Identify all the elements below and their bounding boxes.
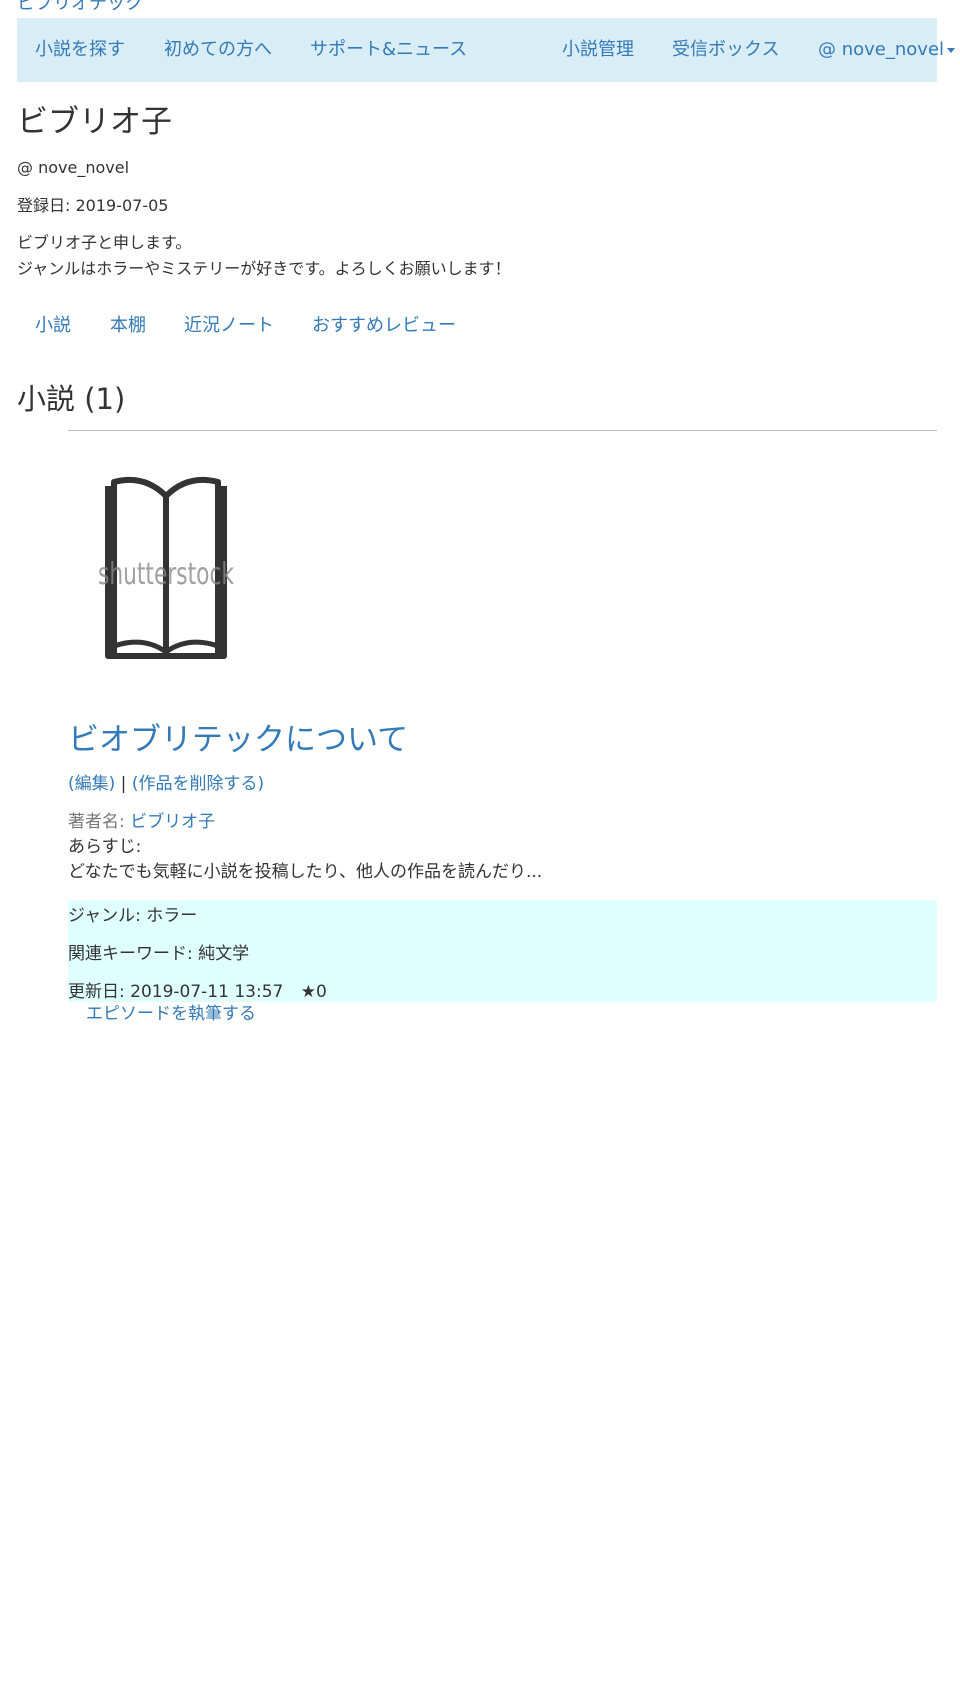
author-name-link[interactable]: ビブリオ子 [130, 812, 215, 832]
caret-down-icon [947, 47, 956, 53]
synopsis-text: どなたでも気軽に小説を投稿したり、他人の作品を読んだり... [68, 862, 543, 882]
novel-cover-image[interactable]: shutterstock [96, 476, 236, 666]
profile-handle: @ nove_novel [17, 158, 130, 177]
nav-user-menu[interactable]: @ nove_novel [818, 38, 956, 62]
action-separator: | [120, 774, 127, 794]
author-label: 著者名: [68, 812, 125, 832]
synopsis-label: あらすじ: [68, 837, 142, 857]
profile-name: ビブリオ子 [17, 104, 172, 140]
top-navbar: 小説を探す 初めての方へ サポート&ニュース 小説管理 受信ボックス @ nov… [17, 18, 956, 82]
brand-link[interactable]: ビブリオテック [17, 0, 143, 14]
open-book-icon: shutterstock [98, 476, 234, 659]
section-divider [68, 430, 937, 431]
delete-novel-link[interactable]: (作品を削除する) [132, 774, 264, 794]
author-line: 著者名: ビブリオ子 [68, 810, 215, 834]
profile-bio-line-2: ジャンルはホラーやミステリーが好きです。よろしくお願いします！ [17, 259, 511, 278]
write-episode-link[interactable]: エピソードを執筆する [86, 1002, 256, 1026]
tab-recommended-reviews[interactable]: おすすめレビュー [312, 314, 456, 338]
novel-actions: (編集) | (作品を削除する) [68, 772, 264, 796]
cover-watermark: shutterstock [98, 557, 234, 592]
nav-find-novels[interactable]: 小説を探す [35, 38, 125, 62]
user-menu-label: @ nove_novel [818, 39, 945, 60]
registration-date: 登録日: 2019-07-05 [17, 196, 169, 215]
nav-inbox[interactable]: 受信ボックス [672, 38, 779, 62]
tab-novels[interactable]: 小説 [35, 314, 71, 338]
nav-beginners[interactable]: 初めての方へ [164, 38, 272, 62]
genre-text: ジャンル: ホラー [68, 906, 198, 926]
nav-support-news[interactable]: サポート&ニュース [310, 38, 467, 62]
update-info: 更新日: 2019-07-11 13:57 ★0 [68, 980, 327, 1004]
updated-date: 更新日: 2019-07-11 13:57 [68, 982, 284, 1002]
profile-bio-line-1: ビブリオ子と申します。 [17, 233, 192, 252]
novel-info-box: ジャンル: ホラー 関連キーワード: 純文学 更新日: 2019-07-11 1… [68, 900, 937, 1002]
nav-novel-management[interactable]: 小説管理 [562, 38, 634, 62]
tab-bookshelf[interactable]: 本棚 [110, 314, 146, 338]
star-count: ★0 [300, 982, 327, 1002]
tab-activity-notes[interactable]: 近況ノート [184, 314, 274, 338]
keywords-text: 関連キーワード: 純文学 [68, 944, 250, 964]
edit-novel-link[interactable]: (編集) [68, 774, 115, 794]
novels-section-title: 小説 (1) [17, 382, 126, 416]
novel-title-link[interactable]: ビオブリテックについて [68, 718, 408, 762]
